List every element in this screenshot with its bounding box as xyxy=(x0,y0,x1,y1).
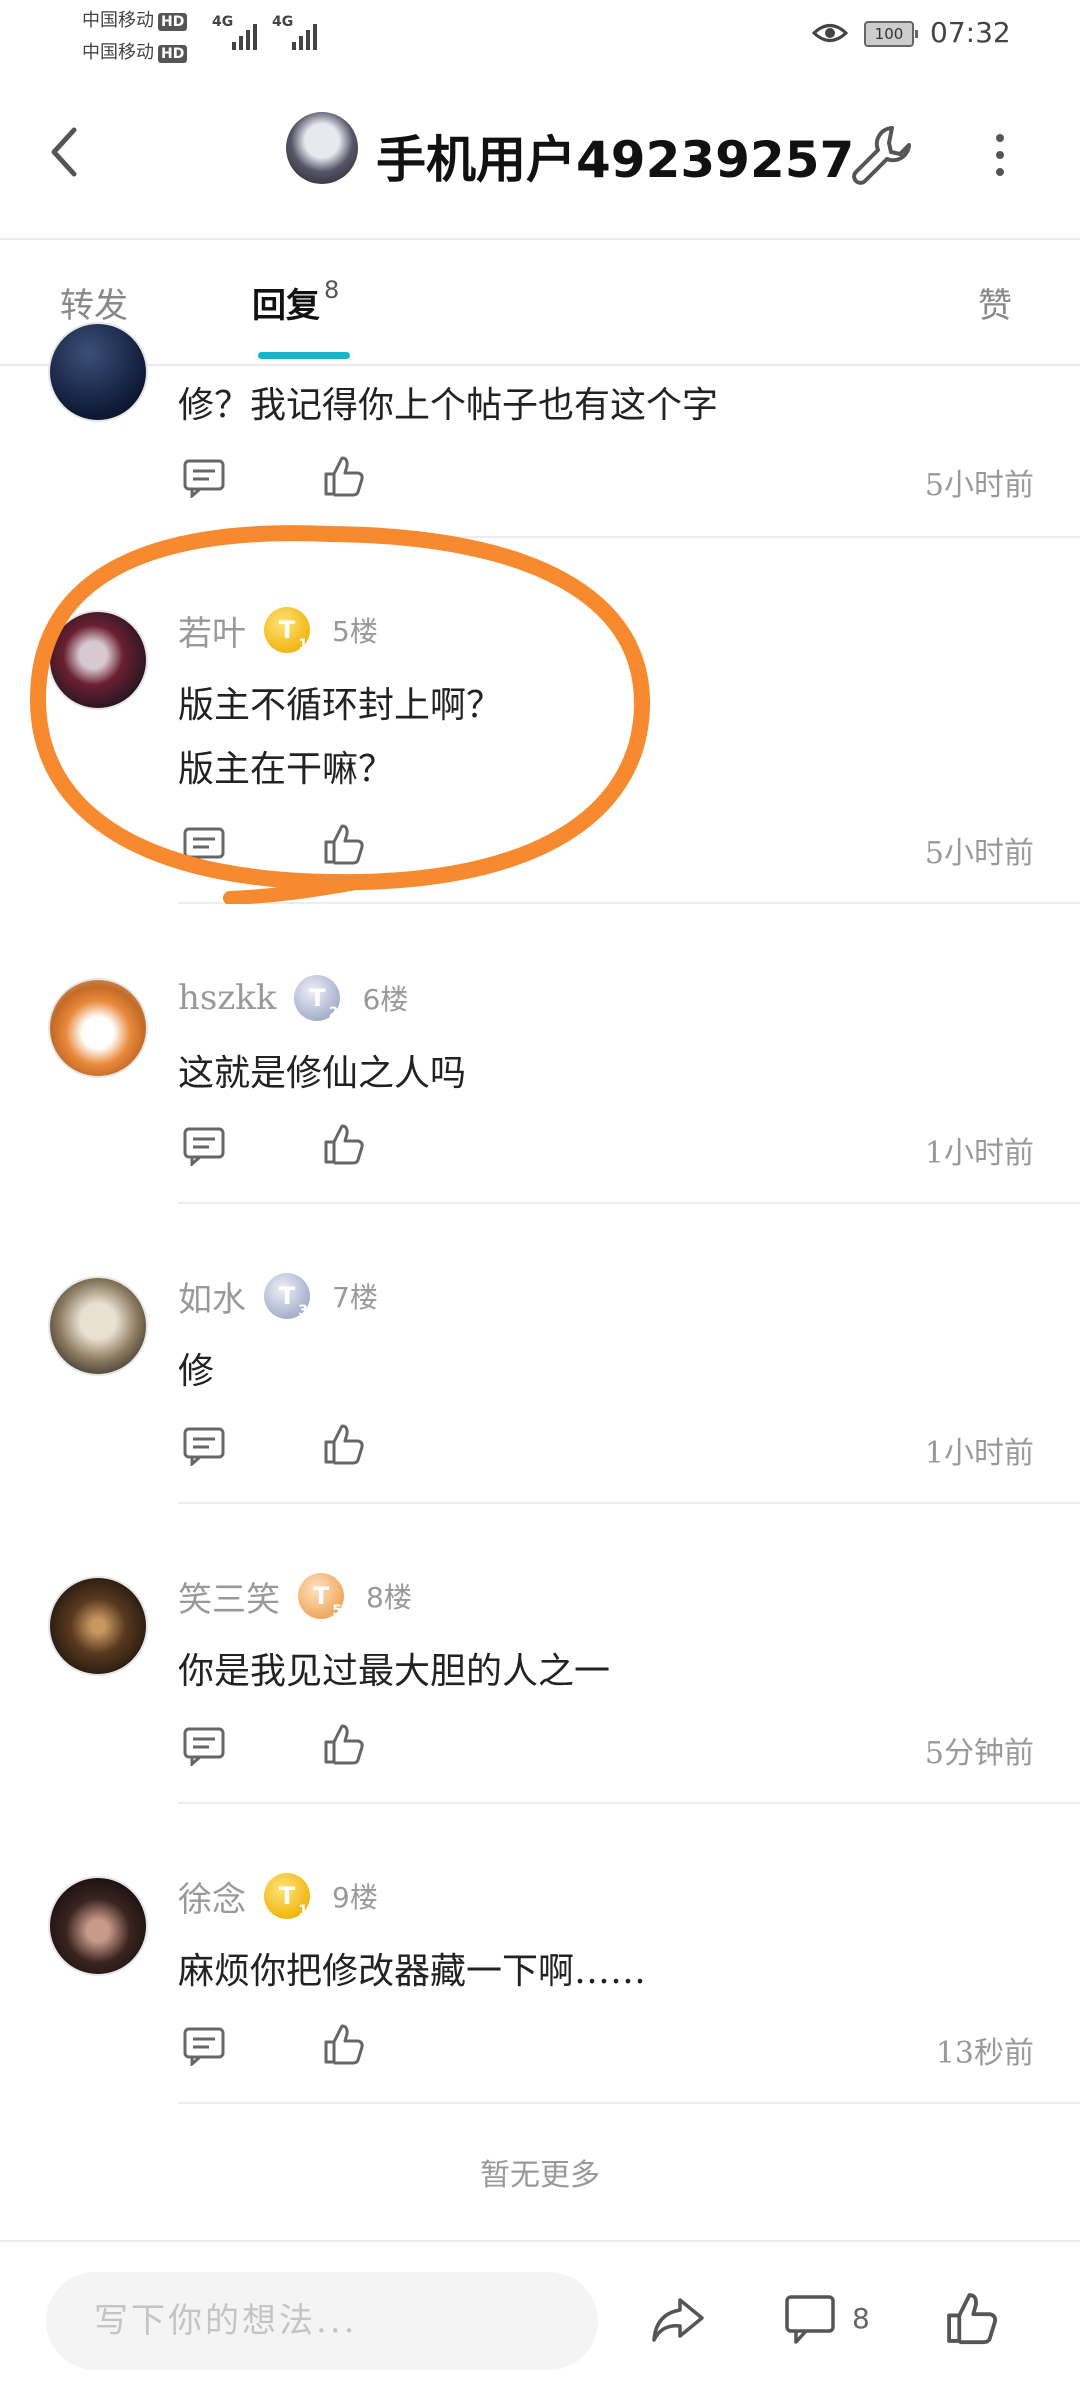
chevron-left-icon[interactable] xyxy=(44,122,84,182)
tab-reply-count: 8 xyxy=(324,276,340,304)
bottom-bar: 8 xyxy=(0,2240,1080,2402)
comment-icon[interactable] xyxy=(182,1426,226,1466)
share-icon[interactable] xyxy=(650,2294,706,2346)
reply-time: 5小时前 xyxy=(924,468,1034,503)
carrier-label-2: 中国移动 HD xyxy=(82,42,188,64)
reply-text: 麻烦你把修改器藏一下啊…… xyxy=(178,1951,647,1992)
reply-time: 1小时前 xyxy=(924,1136,1034,1171)
comment-icon[interactable] xyxy=(784,2294,836,2346)
network-type-2: 4G xyxy=(272,14,294,30)
divider xyxy=(178,902,1080,904)
thumbs-up-icon[interactable] xyxy=(322,454,366,498)
signal-icon-2 xyxy=(292,18,317,50)
no-more-label: 暂无更多 xyxy=(480,2158,600,2193)
thumbs-up-icon[interactable] xyxy=(944,2290,1000,2346)
status-time: 07:32 xyxy=(930,16,1011,49)
avatar[interactable] xyxy=(48,1276,148,1376)
avatar[interactable] xyxy=(48,1876,148,1976)
reply-text: 这就是修仙之人吗 xyxy=(178,1053,467,1094)
reply-text: 版主不循环封上啊？ xyxy=(178,685,503,726)
thumbs-up-icon[interactable] xyxy=(322,1422,366,1466)
divider xyxy=(178,1802,1080,1804)
divider xyxy=(178,1502,1080,1504)
tab-reply[interactable]: 回复 8 xyxy=(252,276,340,327)
comment-icon[interactable] xyxy=(182,1726,226,1766)
page-title: 手机用户49239257 xyxy=(376,131,855,189)
avatar[interactable] xyxy=(286,112,358,184)
username[interactable]: 徐念 xyxy=(178,1872,246,1921)
thumbs-up-icon[interactable] xyxy=(322,1722,366,1766)
header: 手机用户49239257 xyxy=(0,70,1080,240)
avatar[interactable] xyxy=(48,978,148,1078)
tab-bar: 转发 回复 8 赞 xyxy=(0,240,1080,366)
comment-icon[interactable] xyxy=(182,2026,226,2066)
floor-number: 9楼 xyxy=(332,1881,378,1914)
floor-number: 8楼 xyxy=(366,1581,412,1614)
level-badge: T5 xyxy=(298,1573,344,1619)
reply-time: 5小时前 xyxy=(924,836,1034,871)
status-bar: 中国移动 HD 中国移动 HD 4G 4G 100 07:32 xyxy=(0,0,1080,70)
reply-time: 1小时前 xyxy=(924,1436,1034,1471)
wrench-icon[interactable] xyxy=(848,120,918,190)
eye-icon xyxy=(812,24,848,42)
thumbs-up-icon[interactable] xyxy=(322,1122,366,1166)
username[interactable]: 笑三笑 xyxy=(178,1572,280,1621)
tab-active-indicator xyxy=(258,352,350,359)
carrier-label-1: 中国移动 HD xyxy=(82,10,188,32)
username[interactable]: 若叶 xyxy=(178,606,246,655)
divider xyxy=(178,2102,1080,2104)
divider xyxy=(178,1202,1080,1204)
comment-input[interactable] xyxy=(46,2272,598,2370)
thumbs-up-icon[interactable] xyxy=(322,2022,366,2066)
reply-text: 修？我记得你上个帖子也有这个字 xyxy=(178,385,719,426)
username[interactable]: hszkk xyxy=(178,978,276,1018)
reply-time: 13秒前 xyxy=(935,2036,1034,2071)
reply-text: 修 xyxy=(178,1351,215,1392)
comment-icon[interactable] xyxy=(182,458,226,498)
comment-icon[interactable] xyxy=(182,1126,226,1166)
comment-icon[interactable] xyxy=(182,826,226,866)
level-badge: T1 xyxy=(264,607,310,653)
avatar[interactable] xyxy=(48,610,148,710)
divider xyxy=(178,536,1080,538)
username[interactable]: 如水 xyxy=(178,1272,246,1321)
level-badge: T3 xyxy=(264,1273,310,1319)
floor-number: 7楼 xyxy=(332,1281,378,1314)
reply-time: 5分钟前 xyxy=(924,1736,1034,1771)
floor-number: 6楼 xyxy=(362,983,409,1016)
signal-icon-1 xyxy=(232,18,257,50)
reply-text: 你是我见过最大胆的人之一 xyxy=(178,1651,611,1692)
level-badge: T2 xyxy=(294,975,341,1021)
comment-count: 8 xyxy=(852,2302,870,2335)
reply-text: 版主在干嘛？ xyxy=(178,749,395,790)
level-badge: T1 xyxy=(264,1873,310,1919)
tab-like[interactable]: 赞 xyxy=(978,278,1012,327)
tab-reply-label: 回复 xyxy=(252,286,320,326)
more-vertical-icon[interactable] xyxy=(982,130,1018,180)
network-type-1: 4G xyxy=(212,14,234,30)
avatar[interactable] xyxy=(48,322,148,422)
thumbs-up-icon[interactable] xyxy=(322,822,366,866)
floor-number: 5楼 xyxy=(332,615,378,648)
tab-forward[interactable]: 转发 xyxy=(60,278,128,327)
avatar[interactable] xyxy=(48,1576,148,1676)
battery-indicator: 100 xyxy=(864,21,918,47)
